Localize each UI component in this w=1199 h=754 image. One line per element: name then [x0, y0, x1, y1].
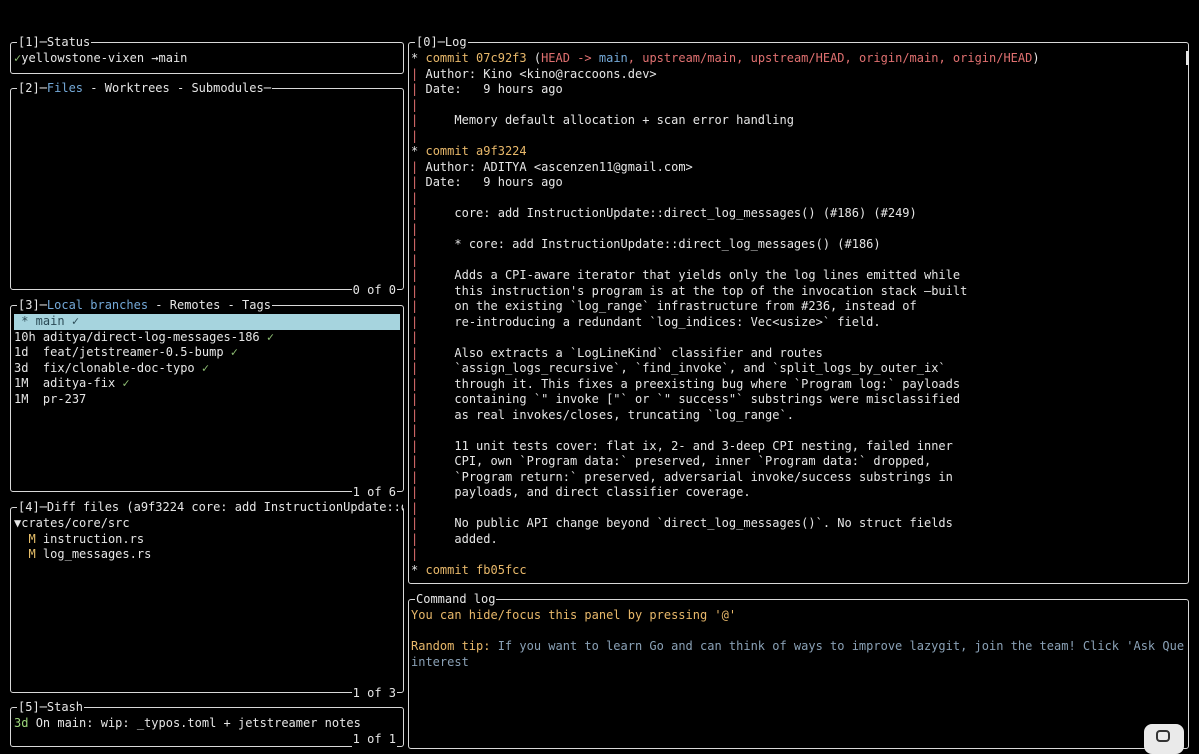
branches-panel[interactable]: [3]─Local branches - Remotes - Tags * ma… — [10, 298, 404, 500]
check-icon: ✓ — [122, 376, 130, 390]
commit-message-line: | added. — [411, 531, 498, 546]
branch-row[interactable]: 1M aditya-fix ✓ — [14, 376, 400, 392]
commit-message-line: | — [411, 128, 419, 143]
commit-message-line: | `assign_logs_recursive`, `find_invoke`… — [411, 361, 946, 375]
scrollbar[interactable] — [1186, 51, 1189, 65]
command-log-hint: You can hide/focus this panel by pressin… — [411, 608, 737, 622]
commit-message-line: | — [411, 423, 419, 437]
commit-message-line: | `Program return:` preserved, adversari… — [411, 469, 953, 484]
files-panel[interactable]: [2]─Files - Worktrees - Submodules─ 0 of… — [10, 81, 404, 298]
branches-panel-title: [3]─Local branches - Remotes - Tags — [17, 298, 272, 313]
file-row[interactable]: M log_messages.rs — [14, 547, 400, 563]
log-panel[interactable]: [0]─Log * commit 07c92f3 (HEAD -> main, … — [408, 35, 1189, 584]
diff-files-panel[interactable]: [4]─Diff files (a9f3224 core: add Instru… — [10, 500, 404, 701]
branch-row[interactable]: 3d fix/clonable-doc-typo ✓ — [14, 361, 400, 377]
tab-remotes[interactable]: Remotes — [170, 298, 221, 312]
tab-local-branches[interactable]: Local branches — [47, 298, 148, 312]
diff-files-panel-title: [4]─Diff files (a9f3224 core: add Instru… — [17, 500, 403, 515]
commit-message-line: | — [411, 252, 419, 267]
file-status: M — [28, 547, 36, 561]
log-panel-title: [0]─Log — [415, 35, 468, 50]
commit-message-line: | 11 unit tests cover: flat ix, 2- and 3… — [411, 438, 953, 453]
commit-message-line: | — [411, 190, 419, 205]
directory-row[interactable]: ▼crates/core/src — [14, 516, 400, 532]
branch-row[interactable]: * main ✓ — [14, 314, 400, 330]
branches-count: 1 of 6 — [351, 485, 397, 500]
status-panel-title: [1]─Status — [17, 35, 92, 50]
status-panel[interactable]: [1]─Status ✓yellowstone-vixen →main — [10, 35, 404, 74]
command-log-title: Command log — [415, 592, 497, 607]
status-repo-branch: yellowstone-vixen →main — [21, 51, 188, 65]
stash-panel[interactable]: [5]─Stash 3d On main: wip: _typos.toml +… — [10, 700, 404, 747]
commit-header[interactable]: * commit 07c92f3 (HEAD -> main, upstream… — [411, 51, 1185, 67]
commit-message-line: | Memory default allocation + scan error… — [411, 113, 794, 127]
branch-row[interactable]: 10h aditya/direct-log-messages-186 ✓ — [14, 330, 400, 346]
file-row[interactable]: M instruction.rs — [14, 532, 400, 548]
commit-message-line: | as real invokes/closes, truncating `lo… — [411, 407, 794, 422]
check-icon: ✓ — [230, 345, 239, 359]
commit-message-line: | — [411, 97, 419, 112]
commit-message-line: | payloads, and direct classifier covera… — [411, 485, 751, 499]
file-status: M — [28, 531, 36, 546]
commit-message-line: | * core: add InstructionUpdate::direct_… — [411, 237, 881, 251]
diff-files-count: 1 of 3 — [351, 686, 397, 701]
commit-message-line: | Also extracts a `LogLineKind` classifi… — [411, 345, 823, 360]
tab-worktrees[interactable]: Worktrees — [105, 81, 170, 95]
commit-message-line: | on the existing `log_range` infrastruc… — [411, 299, 917, 313]
commit-message-line: | re-introducing a redundant `log_indice… — [411, 314, 881, 329]
commit-header[interactable]: * commit a9f3224 — [411, 144, 1185, 160]
check-icon: ✓ — [266, 329, 275, 344]
commit-message-line: | No public API change beyond `direct_lo… — [411, 516, 953, 530]
tab-submodules[interactable]: Submodules — [191, 81, 263, 95]
tab-files[interactable]: Files — [47, 81, 83, 95]
tip-text: If you want to learn Go and can think of… — [497, 639, 1185, 653]
commit-header[interactable]: * commit fb05fcc — [411, 563, 1185, 579]
command-log-panel[interactable]: Command log You can hide/focus this pane… — [408, 592, 1189, 749]
stash-row[interactable]: 3d On main: wip: _typos.toml + jetstream… — [14, 716, 400, 732]
commit-message-line: | — [411, 547, 419, 561]
stash-panel-title: [5]─Stash — [17, 700, 85, 715]
files-panel-title: [2]─Files - Worktrees - Submodules─ — [17, 81, 272, 96]
tab-tags[interactable]: Tags — [242, 298, 271, 312]
branch-row[interactable]: 1M pr-237 — [14, 392, 400, 408]
commit-message-line: | Adds a CPI-aware iterator that yields … — [411, 268, 961, 282]
camera-icon[interactable] — [1144, 724, 1184, 754]
commit-message-line: | — [411, 221, 419, 236]
check-icon: ✓ — [201, 360, 210, 375]
commit-message-line: | — [411, 330, 419, 344]
commit-message-line: | this instruction's program is at the t… — [411, 283, 968, 298]
commit-message-line: | through it. This fixes a preexisting b… — [411, 376, 961, 391]
branch-row[interactable]: 1d feat/jetstreamer-0.5-bump ✓ — [14, 345, 400, 361]
tip-label: Random tip: — [411, 639, 498, 653]
commit-message-line: | CPI, own `Program data:` preserved, in… — [411, 454, 932, 468]
files-count: 0 of 0 — [351, 283, 397, 298]
commit-message-line: | containing `" invoke ["` or `" success… — [411, 392, 961, 406]
commit-message-line: | core: add InstructionUpdate::direct_lo… — [411, 206, 917, 220]
check-icon: ✓ — [71, 314, 80, 328]
commit-message-line: | — [411, 500, 419, 515]
